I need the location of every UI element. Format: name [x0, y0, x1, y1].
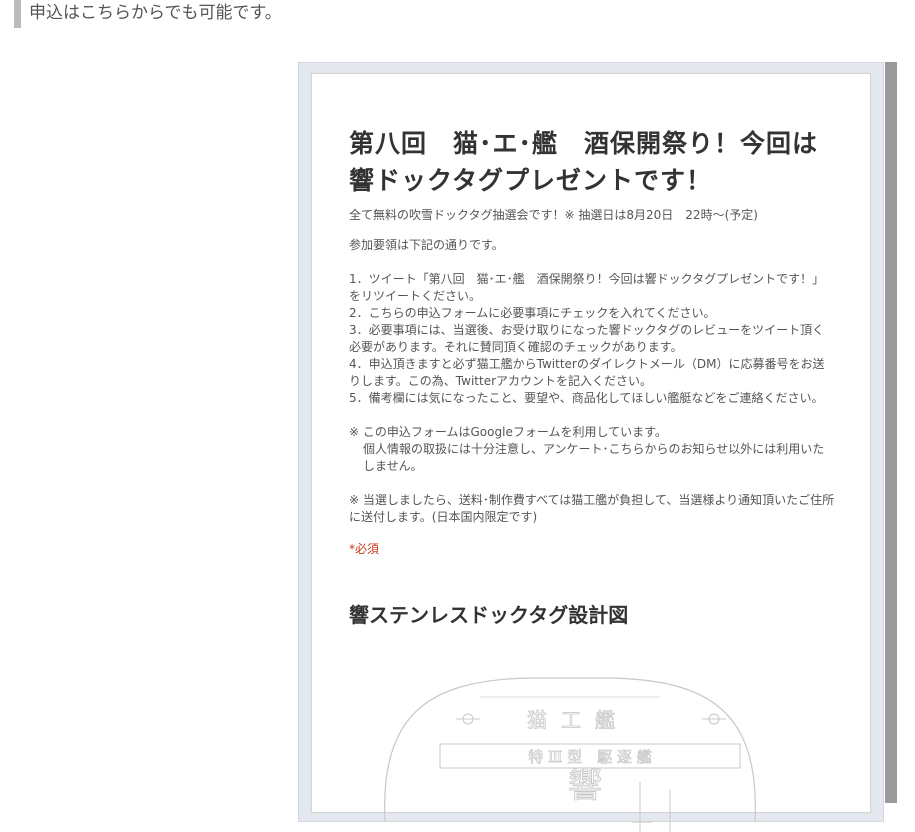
step-1: 1．ツイート「第八回 猫･エ･艦 酒保開祭り！今回は響ドックタグプレゼントです！…: [349, 272, 825, 303]
anchor-icon-left: [456, 713, 480, 725]
dogtag-blueprint-image: 猫工艦 特 Ⅲ 型 駆 逐 艦 響: [384, 677, 756, 832]
privacy-note: 個人情報の取扱には十分注意し、アンケート･こちらからのお知らせ以外には利用いたし…: [363, 442, 825, 473]
google-form-card: 第八回 猫･エ･艦 酒保開祭り！今回は響ドックタグプレゼントです！ 全て無料の吹…: [311, 73, 871, 832]
required-indicator: *必須: [349, 542, 380, 556]
blueprint-center-text: 響: [568, 766, 602, 806]
anchor-icon-right: [702, 713, 726, 725]
step-2: 2．こちらの申込フォームに必要事項にチェックを入れてください。: [349, 306, 716, 320]
step-5: 5．備考欄には気になったこと、要望や、商品化してほしい艦艇などをご連絡ください。: [349, 391, 824, 405]
form-subtitle: 全て無料の吹雪ドックタグ抽選会です！※ 抽選日は8月20日 22時～(予定): [349, 208, 758, 222]
step-4: 4．申込頂きますと必ず猫工艦からTwitterのダイレクトメール（DM）に応募番…: [349, 357, 825, 388]
section-title: 響ステンレスドックタグ設計図: [349, 603, 629, 627]
google-form-note: ※ この申込フォームはGoogleフォームを利用しています。: [349, 425, 667, 439]
form-description: 参加要領は下記の通りです。 1．ツイート「第八回 猫･エ･艦 酒保開祭り！今回は…: [349, 237, 835, 526]
shipping-note: ※ 当選しましたら、送料･制作費すべては猫工艦が負担して、当選様より通知頂いたご…: [349, 493, 835, 524]
blueprint-top-text: 猫工艦: [527, 708, 629, 732]
frame-scrollbar[interactable]: [885, 62, 897, 803]
form-title: 第八回 猫･エ･艦 酒保開祭り！今回は響ドックタグプレゼントです！: [349, 129, 819, 195]
form-content: 第八回 猫･エ･艦 酒保開祭り！今回は響ドックタグプレゼントです！ 全て無料の吹…: [349, 125, 835, 629]
blueprint-ship-lines: [632, 782, 671, 832]
page-heading: 申込はこちらからでも可能です。: [14, 0, 282, 28]
blueprint-band-text: 特 Ⅲ 型 駆 逐 艦: [528, 748, 652, 766]
step-3: 3．必要事項には、当選後、お受け取りになった響ドックタグのレビューをツイート頂く…: [349, 323, 825, 354]
intro-text: 参加要領は下記の通りです。: [349, 238, 504, 252]
